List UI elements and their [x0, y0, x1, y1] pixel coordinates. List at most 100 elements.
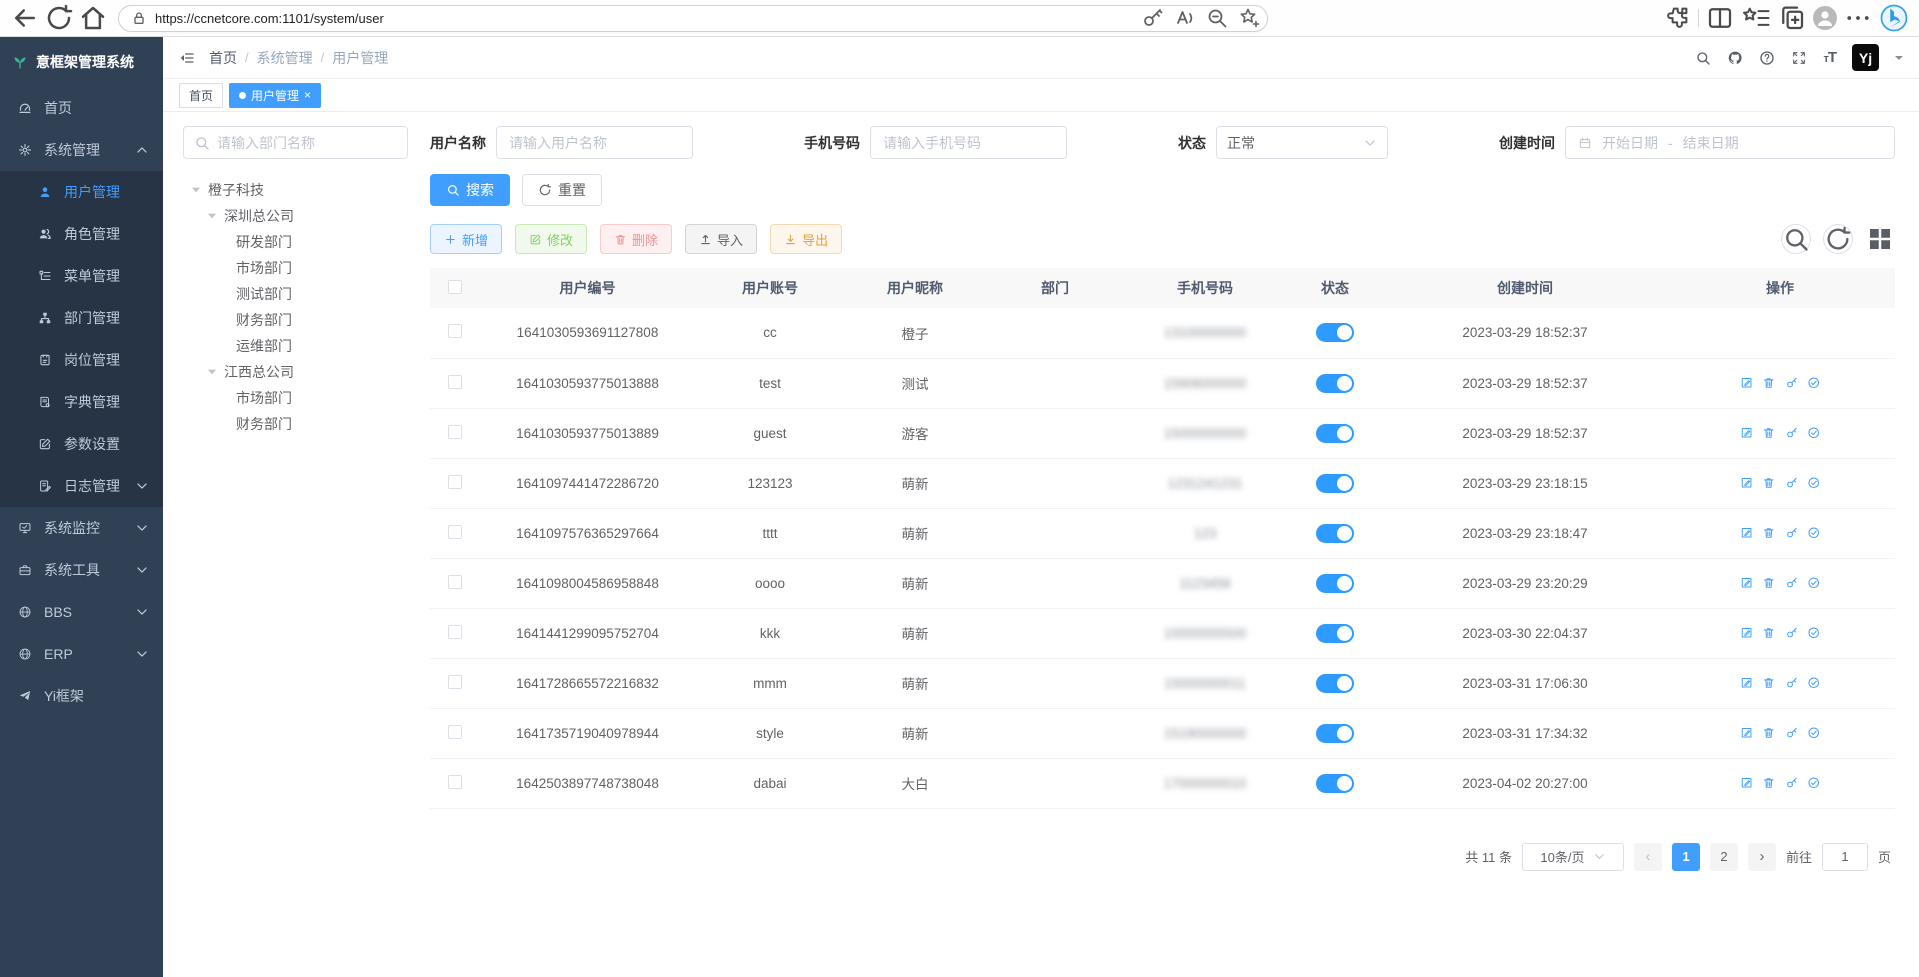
delete-button[interactable]: 删除: [600, 224, 672, 254]
browser-home-button[interactable]: [78, 3, 108, 33]
bing-chat-icon[interactable]: [1879, 3, 1909, 33]
collections-icon[interactable]: [1777, 3, 1807, 33]
username-input[interactable]: [496, 126, 693, 159]
page-size-select[interactable]: 10条/页: [1522, 843, 1624, 871]
row-edit-icon-icon[interactable]: [1740, 526, 1754, 540]
row-edit-icon-icon[interactable]: [1740, 626, 1754, 640]
read-aloud-icon[interactable]: [1173, 6, 1197, 30]
row-assign-icon-icon[interactable]: [1807, 726, 1821, 740]
address-bar[interactable]: https://ccnetcore.com:1101/system/user: [118, 5, 1268, 32]
sidebar-item-tools[interactable]: 系统工具: [0, 549, 163, 591]
status-toggle[interactable]: [1316, 374, 1354, 393]
sidebar-item-dict[interactable]: 字典管理: [0, 381, 163, 423]
row-reset-password-icon-icon[interactable]: [1785, 776, 1799, 790]
date-range-picker[interactable]: 开始日期 - 结束日期: [1565, 126, 1895, 159]
breadcrumb-item[interactable]: 用户管理: [332, 48, 388, 68]
page-button-2[interactable]: 2: [1710, 843, 1738, 871]
menu-fold-icon[interactable]: [179, 50, 195, 66]
export-button[interactable]: 导出: [770, 224, 842, 254]
status-toggle[interactable]: [1316, 574, 1354, 593]
status-toggle[interactable]: [1316, 674, 1354, 693]
fullscreen-icon[interactable]: [1791, 50, 1807, 66]
app-logo[interactable]: 意框架管理系统: [0, 37, 163, 87]
tab-用户管理[interactable]: 用户管理×: [229, 83, 321, 108]
row-assign-icon-icon[interactable]: [1807, 476, 1821, 490]
row-checkbox[interactable]: [448, 525, 462, 539]
breadcrumb-item[interactable]: 系统管理: [257, 48, 313, 68]
row-assign-icon-icon[interactable]: [1807, 376, 1821, 390]
page-button-1[interactable]: 1: [1672, 843, 1700, 871]
status-toggle[interactable]: [1316, 524, 1354, 543]
edit-button[interactable]: 修改: [515, 224, 587, 254]
row-reset-password-icon-icon[interactable]: [1785, 376, 1799, 390]
search-icon[interactable]: [1695, 50, 1711, 66]
tree-node[interactable]: 市场部门: [183, 385, 408, 411]
sidebar-item-post[interactable]: 岗位管理: [0, 339, 163, 381]
tree-node[interactable]: 测试部门: [183, 281, 408, 307]
avatar-caret-icon[interactable]: [1895, 56, 1903, 64]
row-edit-icon-icon[interactable]: [1740, 476, 1754, 490]
breadcrumb-item[interactable]: 首页: [209, 48, 237, 68]
row-edit-icon-icon[interactable]: [1740, 376, 1754, 390]
row-assign-icon-icon[interactable]: [1807, 626, 1821, 640]
extensions-icon[interactable]: [1662, 3, 1692, 33]
row-checkbox[interactable]: [448, 675, 462, 689]
row-checkbox[interactable]: [448, 625, 462, 639]
goto-page-input[interactable]: [1822, 843, 1868, 871]
row-delete-icon-icon[interactable]: [1762, 426, 1776, 440]
table-search-button[interactable]: [1781, 224, 1811, 254]
row-edit-icon-icon[interactable]: [1740, 576, 1754, 590]
user-avatar[interactable]: Yj: [1852, 44, 1879, 71]
sidebar-item-user[interactable]: 用户管理: [0, 171, 163, 213]
row-delete-icon-icon[interactable]: [1762, 476, 1776, 490]
row-checkbox[interactable]: [448, 575, 462, 589]
add-favorite-icon[interactable]: [1237, 6, 1261, 30]
zoom-out-icon[interactable]: [1205, 6, 1229, 30]
status-toggle[interactable]: [1316, 624, 1354, 643]
department-search[interactable]: [183, 126, 408, 159]
row-checkbox[interactable]: [448, 725, 462, 739]
sidebar-item-erp[interactable]: ERP: [0, 633, 163, 675]
status-toggle[interactable]: [1316, 323, 1354, 342]
sidebar-item-system[interactable]: 系统管理: [0, 129, 163, 171]
tree-node[interactable]: 运维部门: [183, 333, 408, 359]
row-delete-icon-icon[interactable]: [1762, 376, 1776, 390]
tree-node[interactable]: 深圳总公司: [183, 203, 408, 229]
row-checkbox[interactable]: [448, 425, 462, 439]
row-checkbox[interactable]: [448, 475, 462, 489]
row-reset-password-icon-icon[interactable]: [1785, 626, 1799, 640]
row-assign-icon-icon[interactable]: [1807, 676, 1821, 690]
row-edit-icon-icon[interactable]: [1740, 426, 1754, 440]
status-select[interactable]: 正常: [1216, 126, 1388, 159]
help-icon[interactable]: [1759, 50, 1775, 66]
browser-menu-icon[interactable]: [1843, 3, 1873, 33]
search-button[interactable]: 搜索: [430, 174, 510, 206]
status-toggle[interactable]: [1316, 724, 1354, 743]
sidebar-item-monitor[interactable]: 系统监控: [0, 507, 163, 549]
row-delete-icon-icon[interactable]: [1762, 676, 1776, 690]
tree-node[interactable]: 研发部门: [183, 229, 408, 255]
row-edit-icon-icon[interactable]: [1740, 726, 1754, 740]
row-edit-icon-icon[interactable]: [1740, 776, 1754, 790]
row-reset-password-icon-icon[interactable]: [1785, 726, 1799, 740]
browser-back-button[interactable]: [10, 3, 40, 33]
table-refresh-button[interactable]: [1823, 224, 1853, 254]
sidebar-item-dept[interactable]: 部门管理: [0, 297, 163, 339]
browser-profile-avatar[interactable]: [1813, 6, 1837, 30]
row-delete-icon-icon[interactable]: [1762, 576, 1776, 590]
status-toggle[interactable]: [1316, 774, 1354, 793]
sidebar-item-home[interactable]: 首页: [0, 87, 163, 129]
tree-node[interactable]: 财务部门: [183, 307, 408, 333]
phone-input[interactable]: [870, 126, 1067, 159]
url-text[interactable]: https://ccnetcore.com:1101/system/user: [155, 11, 1133, 26]
department-search-input[interactable]: [217, 135, 397, 151]
row-reset-password-icon-icon[interactable]: [1785, 526, 1799, 540]
row-reset-password-icon-icon[interactable]: [1785, 426, 1799, 440]
sidebar-item-bbs[interactable]: BBS: [0, 591, 163, 633]
tree-node[interactable]: 市场部门: [183, 255, 408, 281]
tab-首页[interactable]: 首页: [179, 83, 223, 108]
sidebar-item-yi[interactable]: Yi框架: [0, 675, 163, 717]
tab-close-icon[interactable]: ×: [304, 89, 311, 101]
split-screen-icon[interactable]: [1705, 3, 1735, 33]
row-assign-icon-icon[interactable]: [1807, 426, 1821, 440]
